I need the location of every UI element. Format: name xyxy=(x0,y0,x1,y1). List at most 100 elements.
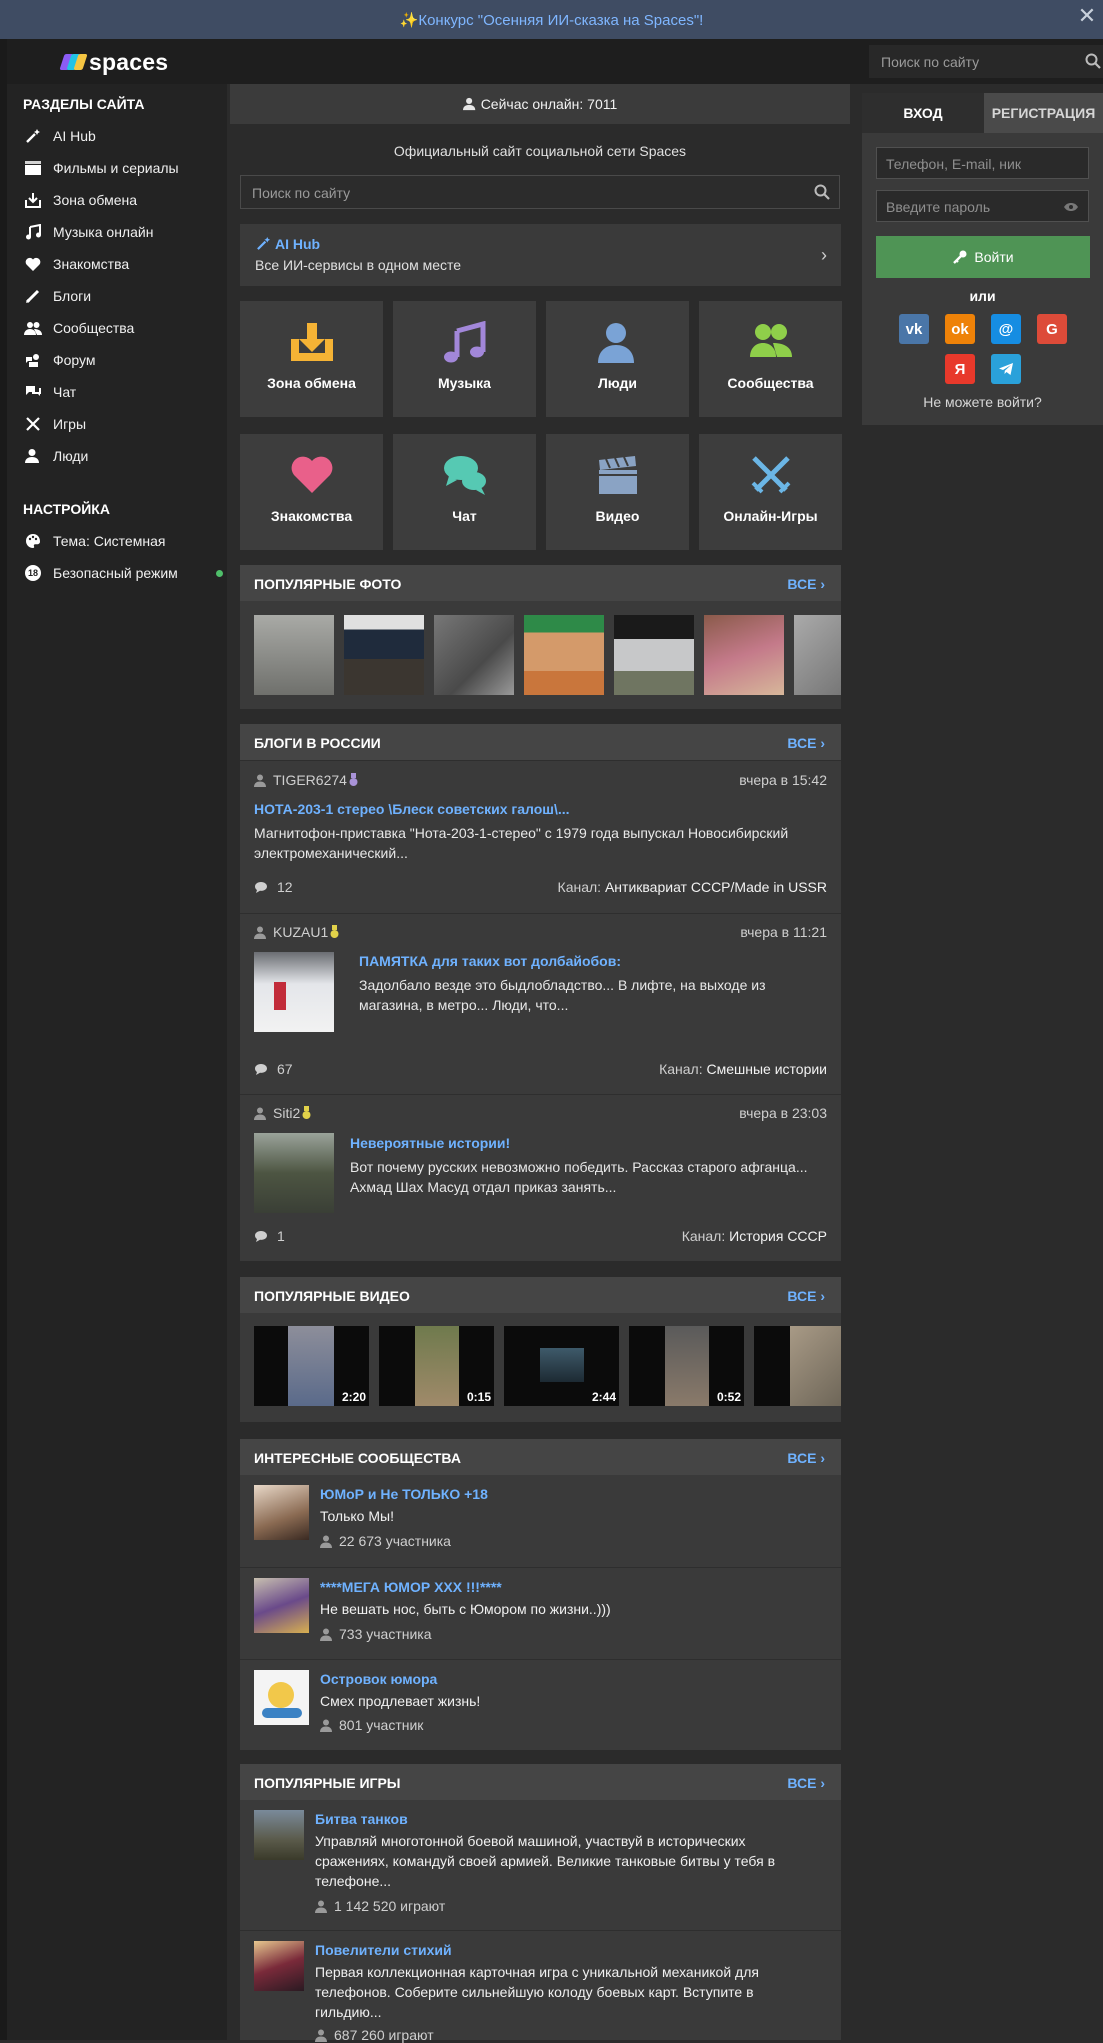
search-icon[interactable] xyxy=(1085,53,1101,69)
photo-thumb[interactable] xyxy=(704,615,784,695)
post-author[interactable]: TIGER6274 xyxy=(254,772,358,788)
sidebar-item-label: Тема: Системная xyxy=(53,533,166,549)
tile-online-games[interactable]: Онлайн-Игры xyxy=(699,434,842,550)
sidebar-sections-title: РАЗДЕЛЫ САЙТА xyxy=(23,96,145,112)
sidebar-item-dating[interactable]: Знакомства xyxy=(23,253,223,275)
comments-count[interactable]: 67 xyxy=(254,1061,293,1077)
ai-hub-card[interactable]: AI Hub Все ИИ-сервисы в одном месте › xyxy=(240,224,841,286)
video-thumb[interactable]: 0:15 xyxy=(379,1326,494,1406)
post-thumbnail[interactable] xyxy=(254,1133,334,1213)
sidebar-item-theme[interactable]: Тема: Системная xyxy=(23,530,223,552)
google-icon[interactable]: G xyxy=(1037,314,1067,344)
medal-icon xyxy=(302,1106,311,1119)
sidebar-item-exchange[interactable]: Зона обмена xyxy=(23,189,223,211)
search-icon[interactable] xyxy=(814,184,830,200)
video-thumb[interactable]: 2:44 xyxy=(504,1326,619,1406)
sidebar-item-films[interactable]: Фильмы и сериалы xyxy=(23,157,223,179)
game-icon[interactable] xyxy=(254,1810,304,1860)
see-all-link[interactable]: ВСЕ › xyxy=(787,1775,825,1791)
tile-people[interactable]: Люди xyxy=(546,301,689,417)
eye-icon[interactable] xyxy=(1063,202,1079,212)
see-all-link[interactable]: ВСЕ › xyxy=(787,1288,825,1304)
telegram-icon[interactable] xyxy=(991,354,1021,384)
header-search-input[interactable]: Поиск по сайту xyxy=(869,45,1103,78)
comments-count[interactable]: 12 xyxy=(254,879,293,895)
panel-title: ПОПУЛЯРНЫЕ ФОТО xyxy=(254,576,402,592)
sidebar-item-music[interactable]: Музыка онлайн xyxy=(23,221,223,243)
community-item[interactable]: ****МЕГА ЮМОР XXX !!!**** Не вешать нос,… xyxy=(240,1567,841,1660)
photo-thumb[interactable] xyxy=(254,615,334,695)
tile-chat[interactable]: Чат xyxy=(393,434,536,550)
photo-thumb[interactable] xyxy=(794,615,841,695)
post-title-link[interactable]: ПАМЯТКА для таких вот долбайобов: xyxy=(359,953,621,969)
sidebar-item-blogs[interactable]: Блоги xyxy=(23,285,223,307)
password-field[interactable]: Введите пароль xyxy=(876,190,1089,222)
tab-login[interactable]: ВХОД xyxy=(862,93,984,133)
blogs-panel: БЛОГИ В РОССИИ ВСЕ › TIGER6274 вчера в 1… xyxy=(240,724,841,1261)
game-desc-line: телефоне... xyxy=(315,1873,392,1889)
tile-label: Музыка xyxy=(438,375,491,391)
community-avatar[interactable] xyxy=(254,1578,309,1633)
video-thumb[interactable] xyxy=(754,1326,841,1406)
login-field[interactable]: Телефон, E-mail, ник xyxy=(876,147,1089,179)
sidebar-item-communities[interactable]: Сообщества xyxy=(23,317,223,339)
community-avatar[interactable] xyxy=(254,1485,309,1540)
community-item[interactable]: ЮМоР и Не ТОЛЬКО +18 Только Мы! 22 673 у… xyxy=(240,1475,841,1567)
medal-icon xyxy=(330,925,339,938)
close-icon[interactable]: ✕ xyxy=(1075,4,1099,28)
community-name[interactable]: ****МЕГА ЮМОР XXX !!!**** xyxy=(320,1579,502,1595)
photo-thumb[interactable] xyxy=(434,615,514,695)
mailru-icon[interactable]: @ xyxy=(991,314,1021,344)
game-name[interactable]: Битва танков xyxy=(315,1811,408,1827)
tab-register[interactable]: РЕГИСТРАЦИЯ xyxy=(984,93,1103,133)
post-title-link[interactable]: Невероятные истории! xyxy=(350,1135,510,1151)
video-thumb[interactable]: 2:20 xyxy=(254,1326,369,1406)
tile-exchange[interactable]: Зона обмена xyxy=(240,301,383,417)
game-item[interactable]: Повелители стихий Первая коллекционная к… xyxy=(240,1930,841,2043)
community-name[interactable]: Островок юмора xyxy=(320,1671,437,1687)
see-all-link[interactable]: ВСЕ › xyxy=(787,1450,825,1466)
photo-thumb[interactable] xyxy=(614,615,694,695)
contest-banner-link[interactable]: ✨Конкурс "Осенняя ИИ-сказка на Spaces"! xyxy=(0,11,1103,29)
post-channel[interactable]: Канал: История СССР xyxy=(682,1228,827,1244)
sidebar-item-people[interactable]: Люди xyxy=(23,445,223,467)
tile-video[interactable]: Видео xyxy=(546,434,689,550)
tile-dating[interactable]: Знакомства xyxy=(240,434,383,550)
post-title-link[interactable]: НОТА-203-1 стерео \Блеск советских галош… xyxy=(254,801,570,817)
chat-icon xyxy=(23,383,43,401)
top-banner[interactable]: ✨Конкурс "Осенняя ИИ-сказка на Spaces"! … xyxy=(0,0,1103,39)
community-item[interactable]: Островок юмора Смех продлевает жизнь! 80… xyxy=(240,1659,841,1751)
photo-thumb[interactable] xyxy=(344,615,424,695)
see-all-link[interactable]: ВСЕ › xyxy=(787,735,825,751)
post-channel[interactable]: Канал: Смешные истории xyxy=(659,1061,827,1077)
photo-thumb[interactable] xyxy=(524,615,604,695)
odnoklassniki-icon[interactable]: ok xyxy=(945,314,975,344)
community-avatar[interactable] xyxy=(254,1670,309,1725)
comments-count[interactable]: 1 xyxy=(254,1228,285,1244)
yandex-icon[interactable]: Я xyxy=(945,354,975,384)
tile-music[interactable]: Музыка xyxy=(393,301,536,417)
post-author[interactable]: Siti2 xyxy=(254,1105,311,1121)
forgot-login-link[interactable]: Не можете войти? xyxy=(862,394,1103,410)
login-button[interactable]: Войти xyxy=(876,236,1090,278)
community-name[interactable]: ЮМоР и Не ТОЛЬКО +18 xyxy=(320,1486,488,1502)
game-item[interactable]: Битва танков Управляй многотонной боевой… xyxy=(240,1800,841,1930)
game-icon[interactable] xyxy=(254,1941,304,1991)
post-author[interactable]: KUZAU1 xyxy=(254,924,339,940)
sidebar-item-safe-mode[interactable]: 18 Безопасный режим xyxy=(23,562,223,584)
sidebar-item-chat[interactable]: Чат xyxy=(23,381,223,403)
video-thumb[interactable]: 0:52 xyxy=(629,1326,744,1406)
community-desc: Смех продлевает жизнь! xyxy=(320,1693,481,1709)
post-channel[interactable]: Канал: Антиквариат СССР/Made in USSR xyxy=(558,879,827,895)
see-all-link[interactable]: ВСЕ › xyxy=(787,576,825,592)
sidebar-item-ai-hub[interactable]: AI Hub xyxy=(23,125,223,147)
spaces-logo[interactable]: spaces xyxy=(59,49,168,75)
main-search-input[interactable]: Поиск по сайту xyxy=(240,175,840,209)
game-name[interactable]: Повелители стихий xyxy=(315,1942,452,1958)
18-badge-wrapper: 18 xyxy=(23,564,43,582)
tile-communities[interactable]: Сообщества xyxy=(699,301,842,417)
vk-icon[interactable]: vk xyxy=(899,314,929,344)
sidebar-item-games[interactable]: Игры xyxy=(23,413,223,435)
sidebar-item-forum[interactable]: Форум xyxy=(23,349,223,371)
post-thumbnail[interactable] xyxy=(254,952,334,1032)
